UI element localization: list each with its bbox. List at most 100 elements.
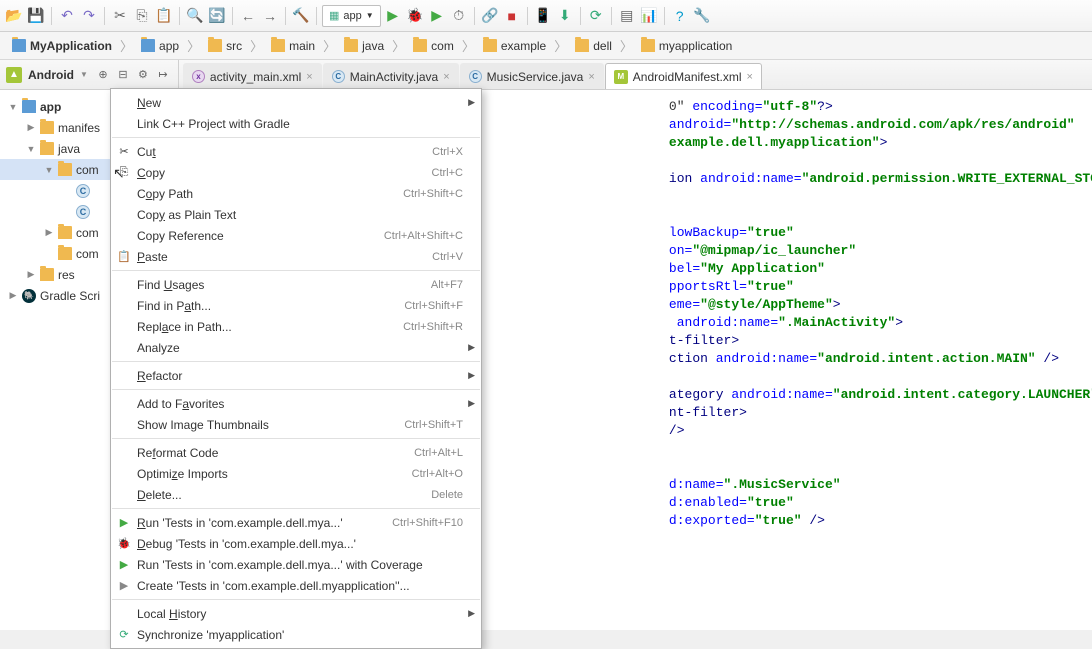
menu-item[interactable]: Analyze▶ [111,337,481,358]
coverage-icon[interactable]: ▶ [427,6,447,26]
collapse-icon[interactable]: ⊟ [114,66,132,84]
menu-item[interactable]: Copy ReferenceCtrl+Alt+Shift+C [111,225,481,246]
breadcrumb-item[interactable]: app [135,37,185,55]
run-icon[interactable]: ▶ [383,6,403,26]
editor-tab[interactable]: MAndroidManifest.xml× [605,63,762,89]
tab-label: activity_main.xml [210,70,301,84]
menu-item[interactable]: ▶Create 'Tests in 'com.example.dell.myap… [111,575,481,596]
editor-tab[interactable]: CMusicService.java× [460,63,604,89]
settings-icon[interactable]: 🔧 [692,6,712,26]
close-icon[interactable]: × [443,71,449,83]
menu-item[interactable]: Local History▶ [111,603,481,624]
avd-icon[interactable]: 📱 [533,6,553,26]
menu-separator [112,361,480,362]
breadcrumb-item[interactable]: com [407,37,460,55]
file-type-icon: C [332,70,345,83]
chevron-right-icon: 〉 [392,36,405,55]
menu-item[interactable]: Optimize ImportsCtrl+Alt+O [111,463,481,484]
save-icon[interactable]: 💾 [26,6,46,26]
menu-shortcut: Ctrl+Shift+R [403,321,463,333]
breadcrumb-item[interactable]: src [202,37,248,55]
menu-item[interactable]: New▶ [111,92,481,113]
close-icon[interactable]: × [306,71,312,83]
hide-icon[interactable]: ↦ [154,66,172,84]
expand-arrow-icon[interactable]: ▶ [44,227,54,238]
android-icon: ▲ [6,67,22,83]
menu-item[interactable]: Find in Path...Ctrl+Shift+F [111,295,481,316]
close-icon[interactable]: × [588,71,594,83]
breadcrumb-item[interactable]: dell [569,37,618,55]
menu-separator [112,270,480,271]
c-icon: C [76,184,90,198]
breadcrumb-item[interactable]: MyApplication [6,37,118,55]
debug-icon[interactable]: 🐞 [405,6,425,26]
expand-arrow-icon[interactable]: ▼ [8,102,18,112]
context-menu: New▶Link C++ Project with Gradle ✂CutCtrl… [110,88,482,649]
copy-icon[interactable]: ⎘ [132,6,152,26]
menu-item[interactable]: Add to Favorites▶ [111,393,481,414]
replace-icon[interactable]: 🔄 [207,6,227,26]
menu-item[interactable]: Copy PathCtrl+Shift+C [111,183,481,204]
forward-icon[interactable]: → [260,6,280,26]
menu-item-icon: ✂ [116,144,132,160]
find-icon[interactable]: 🔍 [185,6,205,26]
menu-item[interactable]: Link C++ Project with Gradle [111,113,481,134]
expand-arrow-icon[interactable]: ▶ [26,122,36,133]
attach-icon[interactable]: 🔗 [480,6,500,26]
separator [611,7,612,25]
menu-item[interactable]: ⟳Synchronize 'myapplication' [111,624,481,645]
expand-arrow-icon[interactable]: ▶ [8,290,18,301]
build-icon[interactable]: 🔨 [291,6,311,26]
menu-item[interactable]: Reformat CodeCtrl+Alt+L [111,442,481,463]
structure-icon[interactable]: ▤ [617,6,637,26]
file-type-icon: C [469,70,482,83]
breadcrumb-item[interactable]: main [265,37,321,55]
editor-tab[interactable]: CMainActivity.java× [323,63,459,89]
expand-arrow-icon[interactable]: ▼ [26,144,36,154]
back-icon[interactable]: ← [238,6,258,26]
breadcrumb-label: java [362,39,384,53]
sync-icon[interactable]: ⟳ [586,6,606,26]
open-icon[interactable]: 📂 [4,6,24,26]
editor-tab[interactable]: xactivity_main.xml× [183,63,322,89]
breadcrumb-item[interactable]: myapplication [635,37,738,55]
breadcrumb-item[interactable]: java [338,37,390,55]
project-view-title[interactable]: Android [28,68,74,82]
cut-icon[interactable]: ✂ [110,6,130,26]
menu-item-icon: ▶ [116,515,132,531]
breadcrumb-item[interactable]: example [477,37,552,55]
menu-item-label: Paste [137,250,432,264]
menu-item[interactable]: ▶Run 'Tests in 'com.example.dell.mya...'… [111,512,481,533]
menu-item[interactable]: ▶Run 'Tests in 'com.example.dell.mya...'… [111,554,481,575]
paste-icon[interactable]: 📋 [154,6,174,26]
menu-item-label: Run 'Tests in 'com.example.dell.mya...' … [137,558,463,572]
menu-item[interactable]: Refactor▶ [111,365,481,386]
menu-item[interactable]: Show Image ThumbnailsCtrl+Shift+T [111,414,481,435]
menu-item[interactable]: 🐞Debug 'Tests in 'com.example.dell.mya..… [111,533,481,554]
stop-icon[interactable]: ■ [502,6,522,26]
redo-icon[interactable]: ↷ [79,6,99,26]
breadcrumb-label: MyApplication [30,39,112,53]
close-icon[interactable]: × [747,71,753,83]
menu-item[interactable]: ⎘CopyCtrl+C [111,162,481,183]
expand-arrow-icon[interactable]: ▶ [26,269,36,280]
stats-icon[interactable]: 📊 [639,6,659,26]
chevron-down-icon[interactable]: ▼ [80,70,88,79]
menu-shortcut: Ctrl+Shift+C [403,188,463,200]
profile-icon[interactable]: ⏱ [449,6,469,26]
submenu-arrow-icon: ▶ [468,398,475,409]
gear-icon[interactable]: ⚙ [134,66,152,84]
menu-item[interactable]: Delete...Delete [111,484,481,505]
menu-item[interactable]: ✂CutCtrl+X [111,141,481,162]
scroll-from-icon[interactable]: ⊕ [94,66,112,84]
menu-item[interactable]: Find UsagesAlt+F7 [111,274,481,295]
menu-item[interactable]: 📋PasteCtrl+V [111,246,481,267]
sdk-icon[interactable]: ⬇ [555,6,575,26]
menu-item[interactable]: Replace in Path...Ctrl+Shift+R [111,316,481,337]
undo-icon[interactable]: ↶ [57,6,77,26]
help-icon[interactable]: ? [670,6,690,26]
menu-item[interactable]: Copy as Plain Text [111,204,481,225]
run-config-combo[interactable]: ▦ app ▼ [322,5,381,27]
expand-arrow-icon[interactable]: ▼ [44,165,54,175]
chevron-right-icon: 〉 [620,36,633,55]
